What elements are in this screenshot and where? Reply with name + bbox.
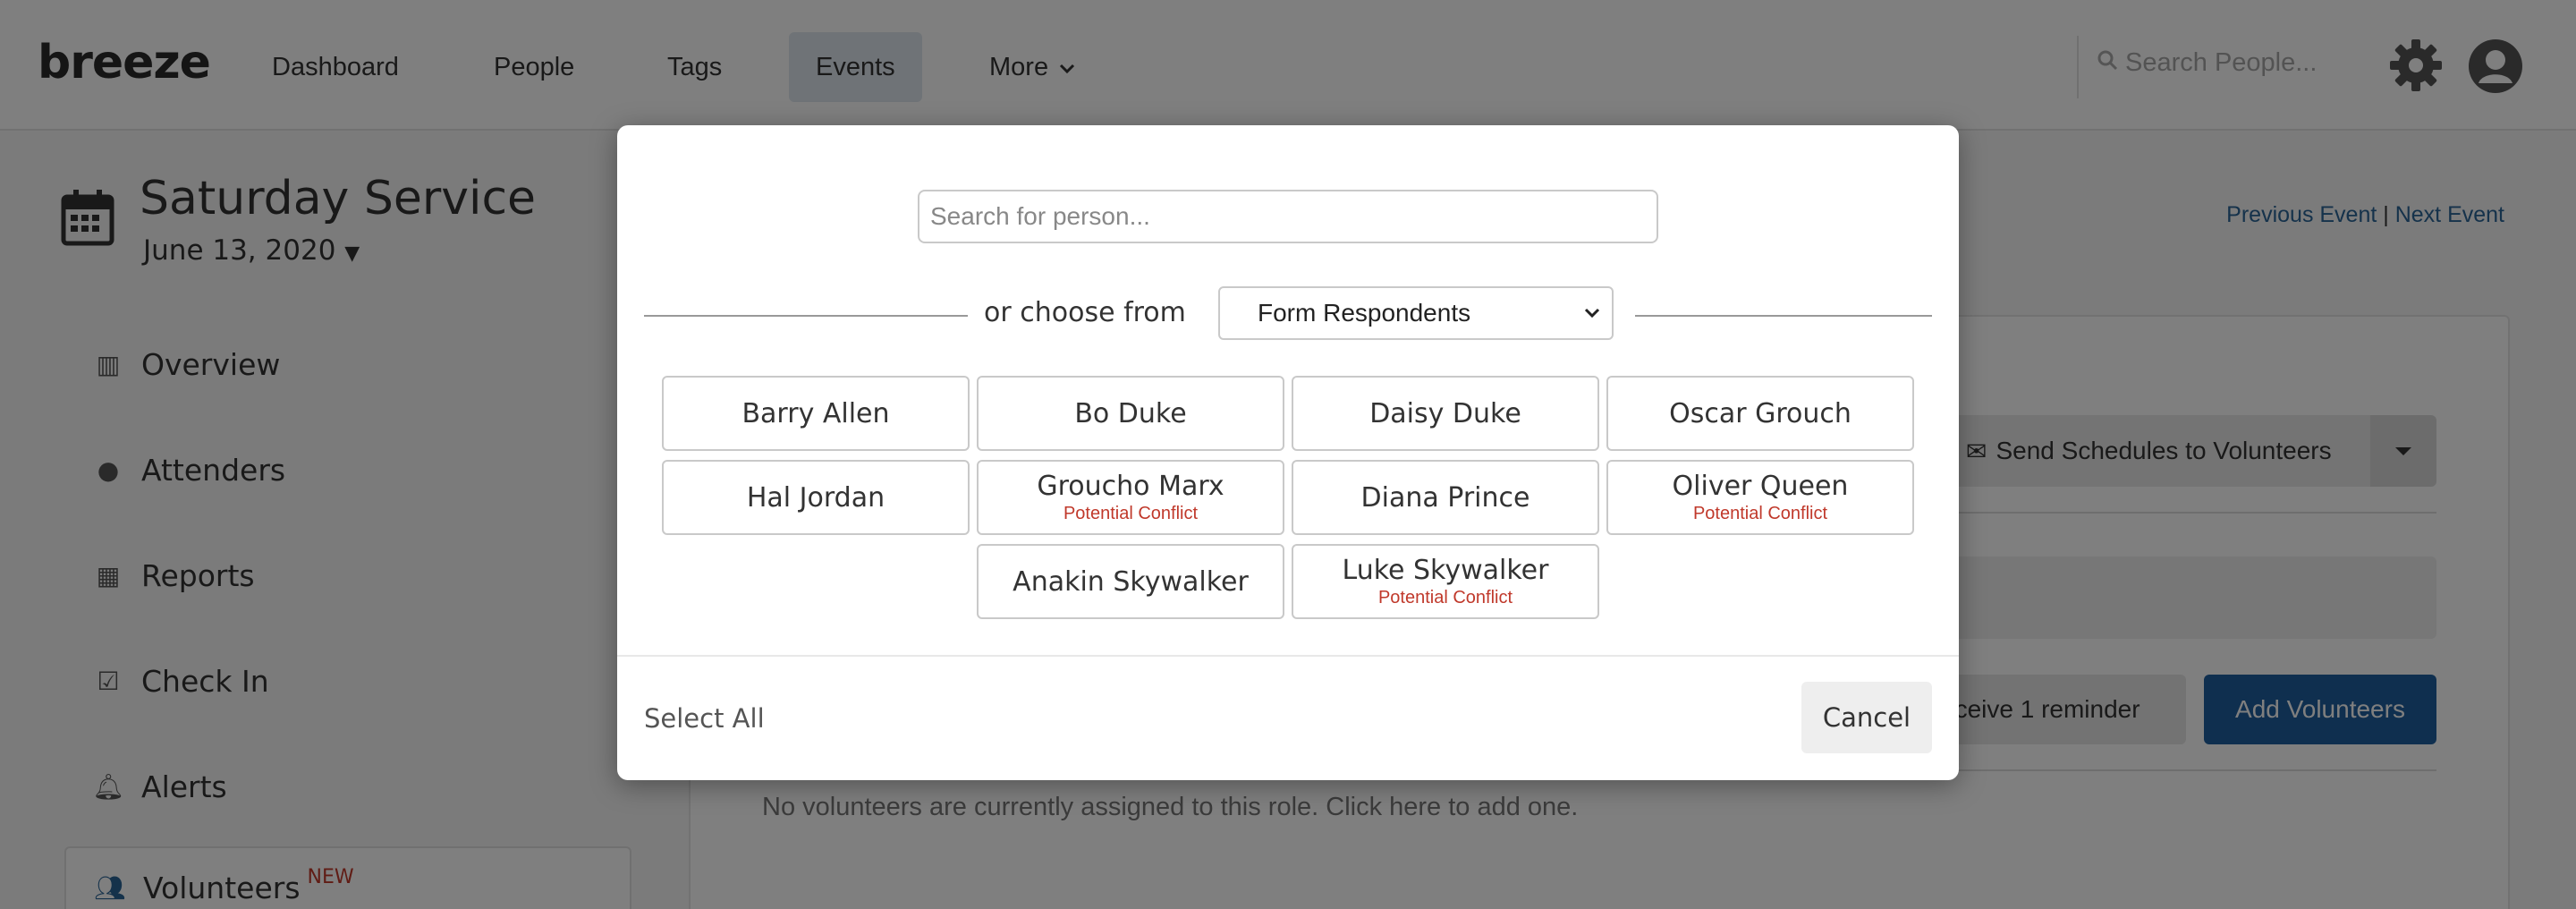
person-search-input[interactable]	[918, 190, 1658, 243]
person-name: Bo Duke	[1074, 397, 1187, 429]
person-option[interactable]: Anakin Skywalker	[977, 544, 1284, 619]
person-name: Groucho Marx	[1037, 471, 1224, 502]
divider-right	[1635, 315, 1932, 317]
person-name: Diana Prince	[1360, 481, 1530, 514]
person-name: Barry Allen	[741, 397, 890, 429]
choose-from-value: Form Respondents	[1258, 299, 1471, 327]
person-option[interactable]: Groucho Marx Potential Conflict	[977, 460, 1284, 535]
person-option[interactable]: Hal Jordan	[662, 460, 970, 535]
person-option[interactable]: Bo Duke	[977, 376, 1284, 451]
person-option[interactable]: Luke Skywalker Potential Conflict	[1292, 544, 1599, 619]
person-name: Oliver Queen	[1672, 471, 1849, 502]
person-name: Luke Skywalker	[1342, 555, 1549, 586]
potential-conflict-label: Potential Conflict	[1692, 504, 1828, 523]
potential-conflict-label: Potential Conflict	[1377, 588, 1513, 607]
person-name: Oscar Grouch	[1669, 397, 1852, 429]
cancel-button[interactable]: Cancel	[1801, 682, 1932, 753]
person-option[interactable]: Daisy Duke	[1292, 376, 1599, 451]
person-option[interactable]: Barry Allen	[662, 376, 970, 451]
divider-left	[644, 315, 968, 317]
select-all-link[interactable]: Select All	[644, 703, 765, 734]
add-volunteer-modal: or choose from Form Respondents Barry Al…	[617, 125, 1959, 780]
choose-from-label: or choose from	[984, 297, 1186, 328]
choose-from-row: or choose from Form Respondents	[644, 286, 1932, 344]
modal-footer-divider	[617, 655, 1959, 657]
person-option[interactable]: Oliver Queen Potential Conflict	[1606, 460, 1914, 535]
person-option[interactable]: Oscar Grouch	[1606, 376, 1914, 451]
person-name: Hal Jordan	[746, 481, 886, 514]
chevron-down-icon	[1584, 308, 1600, 319]
person-option[interactable]: Diana Prince	[1292, 460, 1599, 535]
person-name: Anakin Skywalker	[1013, 565, 1249, 598]
potential-conflict-label: Potential Conflict	[1063, 504, 1199, 523]
choose-from-select[interactable]: Form Respondents	[1218, 286, 1614, 340]
person-name: Daisy Duke	[1369, 397, 1521, 429]
